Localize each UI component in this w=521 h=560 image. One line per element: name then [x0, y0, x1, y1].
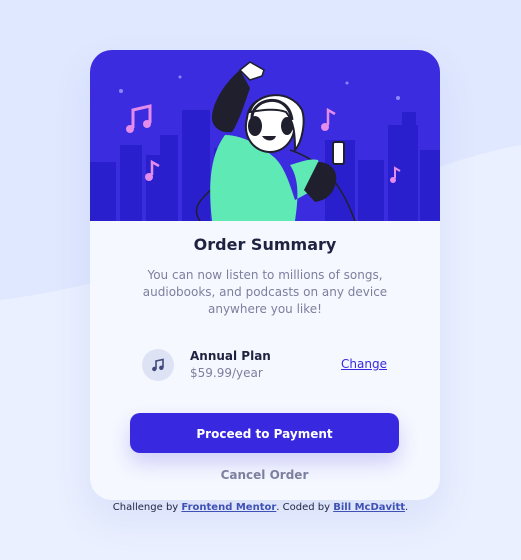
music-note-icon — [142, 349, 174, 381]
change-plan-link[interactable]: Change — [341, 357, 387, 371]
author-link[interactable]: Bill McDavitt — [333, 502, 405, 513]
order-summary-card: Order Summary You can now listen to mill… — [90, 50, 440, 500]
attribution: Challenge by Frontend Mentor. Coded by B… — [0, 502, 521, 513]
page-title: Order Summary — [193, 235, 337, 254]
order-description: You can now listen to millions of songs,… — [142, 268, 388, 316]
attribution-prefix: Challenge by — [112, 502, 179, 513]
plan-price: $59.99/year — [190, 366, 263, 380]
attribution-middle: . Coded by — [276, 502, 331, 513]
frontend-mentor-link[interactable]: Frontend Mentor — [181, 502, 276, 513]
attribution-suffix: . — [405, 502, 409, 513]
plan-name: Annual Plan — [190, 349, 271, 363]
proceed-to-payment-button[interactable]: Proceed to Payment — [130, 413, 399, 453]
hero-illustration — [90, 50, 440, 221]
cancel-order-button[interactable]: Cancel Order — [130, 468, 399, 486]
